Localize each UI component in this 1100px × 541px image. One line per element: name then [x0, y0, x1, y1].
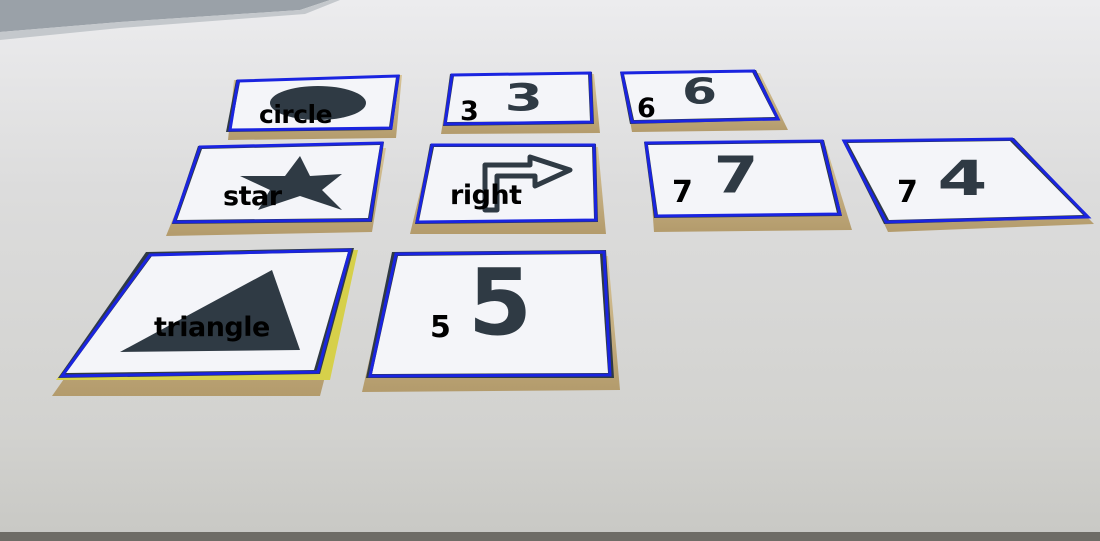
tile-five: 5 [362, 249, 620, 392]
label-three: 3 [460, 96, 479, 127]
digit-six-symbol: 6 [682, 71, 717, 113]
label-seven: 7 [672, 175, 693, 210]
label-five: 5 [430, 310, 451, 345]
label-triangle: triangle [154, 312, 270, 343]
digit-five-symbol: 5 [468, 249, 532, 356]
photo-scene: 3 6 7 4 5 [0, 0, 1100, 541]
label-circle: circle [259, 100, 333, 129]
label-star: star [223, 181, 282, 212]
digit-seven-symbol: 7 [714, 146, 759, 205]
label-six: 6 [637, 93, 656, 124]
table-edge [0, 532, 1100, 541]
label-four: 7 [897, 175, 918, 210]
digit-three-symbol: 3 [505, 76, 543, 120]
digit-four-symbol: 4 [937, 151, 987, 207]
label-right: right [450, 180, 522, 211]
